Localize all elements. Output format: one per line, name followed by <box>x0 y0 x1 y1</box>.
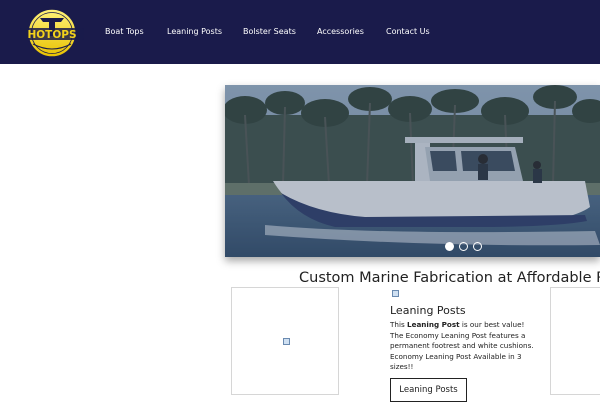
slide-dot-2[interactable] <box>459 242 468 251</box>
nav-boat-tops[interactable]: Boat Tops <box>105 27 144 36</box>
leaning-posts-button[interactable]: Leaning Posts <box>390 378 467 402</box>
slider-pagination <box>445 242 485 252</box>
secondary-image-placeholder <box>550 287 600 395</box>
nav-contact-us[interactable]: Contact Us <box>386 27 430 36</box>
broken-image-icon <box>283 338 290 345</box>
description-bold: Leaning Post <box>406 320 460 329</box>
product-title: Leaning Posts <box>390 304 466 317</box>
broken-image-icon <box>392 290 399 297</box>
hero-slider[interactable] <box>225 85 600 257</box>
product-description: This Leaning Post is our best value! The… <box>390 320 540 373</box>
hero-boat-image <box>225 85 600 257</box>
page-tagline: Custom Marine Fabrication at Affordable … <box>299 270 600 286</box>
nav-leaning-posts[interactable]: Leaning Posts <box>167 27 222 36</box>
slide-dot-1[interactable] <box>445 242 454 251</box>
site-header: HOTOPS Boat Tops Leaning Posts Bolster S… <box>0 0 600 64</box>
nav-accessories[interactable]: Accessories <box>317 27 364 36</box>
nav-bolster-seats[interactable]: Bolster Seats <box>243 27 296 36</box>
main-nav: Boat Tops Leaning Posts Bolster Seats Ac… <box>0 27 600 39</box>
description-text: This <box>390 320 407 329</box>
slide-dot-3[interactable] <box>473 242 482 251</box>
